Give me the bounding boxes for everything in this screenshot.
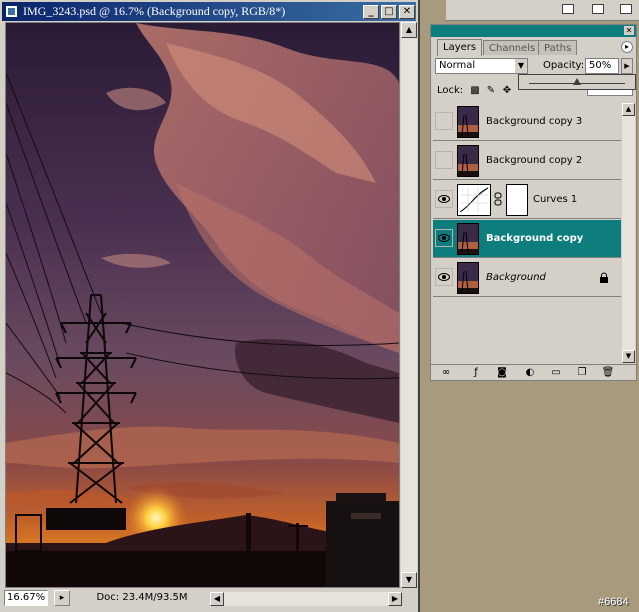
layer-style-icon[interactable]: ƒ [469,367,483,379]
layers-list: Background copy 3 Background copy 2 Curv… [433,103,621,363]
canvas-horizontal-scrollbar[interactable]: ◀ ▶ [210,592,402,606]
layer-thumbnail [457,262,479,294]
layer-thumbnail [457,106,479,138]
layers-palette-footer: ∞ ƒ ◙ ◐ ▭ ❐ 🗑 [431,364,636,381]
scroll-up-arrow-icon[interactable]: ▲ [622,103,635,116]
tool-presets-icon[interactable] [620,4,632,14]
layer-row-curves-1[interactable]: Curves 1 [433,181,621,219]
eye-icon[interactable] [435,229,453,247]
layer-row-background-copy[interactable]: Background copy [433,220,621,258]
chain-link-icon[interactable] [494,192,502,206]
canvas-vertical-scrollbar[interactable]: ▲ ▼ [401,22,417,588]
new-adjustment-layer-icon[interactable]: ◐ [523,367,537,379]
status-menu-arrow-icon[interactable]: ▸ [54,590,70,606]
layer-thumbnail [457,145,479,177]
curves-adjustment-icon [457,184,491,216]
layers-scrollbar[interactable]: ▲ ▼ [622,103,635,363]
lock-position-move-icon[interactable]: ✥ [501,85,513,97]
chevron-down-icon: ▼ [515,59,527,73]
scroll-down-arrow-icon[interactable]: ▼ [401,572,417,588]
trash-icon[interactable]: 🗑 [601,367,615,379]
opacity-slider-thumb[interactable] [573,78,581,86]
layer-row-background[interactable]: Background [433,259,621,297]
document-window: IMG_3243.psd @ 16.7% (Background copy, R… [0,0,420,612]
layer-row-background-copy-3[interactable]: Background copy 3 [433,103,621,141]
lock-transparency-icon[interactable]: ▩ [469,85,481,97]
opacity-label: Opacity: [543,60,585,71]
tab-layers[interactable]: Layers [437,39,483,56]
layer-name: Background [486,272,546,283]
photoshop-doc-icon [5,5,18,18]
scroll-right-arrow-icon[interactable]: ▶ [388,592,402,606]
close-button[interactable]: ✕ [399,5,415,19]
palette-close-icon[interactable]: ✕ [624,26,634,35]
opacity-field[interactable]: 50% [585,58,619,74]
opacity-slider-arrow-icon[interactable]: ▶ [621,58,633,74]
new-group-folder-icon[interactable]: ▭ [549,367,563,379]
sunset-photo [6,23,399,587]
minimize-button[interactable]: _ [363,5,379,19]
lock-icon [599,272,609,284]
tab-paths[interactable]: Paths [538,40,578,55]
visibility-toggle-empty[interactable] [435,151,453,169]
lock-image-brush-icon[interactable]: ✎ [485,85,497,97]
scroll-down-arrow-icon[interactable]: ▼ [622,350,635,363]
new-layer-icon[interactable]: ❐ [575,367,589,379]
layer-name: Background copy 3 [486,116,583,127]
zoom-level-field[interactable]: 16.67% [4,590,48,606]
layer-mask-thumbnail [506,184,528,216]
palette-well-toolbar [446,0,639,21]
watermark-text: #6684 [598,596,629,608]
image-canvas[interactable] [5,22,400,588]
palette-menu-arrow-icon[interactable]: ▸ [621,41,633,53]
add-mask-icon[interactable]: ◙ [495,367,509,379]
file-browser-icon[interactable] [562,4,574,14]
eye-icon[interactable] [435,268,453,286]
layer-thumbnail [457,223,479,255]
visibility-toggle-empty[interactable] [435,112,453,130]
document-title: IMG_3243.psd @ 16.7% (Background copy, R… [23,4,286,18]
palette-tabs: Layers Channels Paths ▸ [431,38,636,56]
layer-name: Curves 1 [533,194,578,205]
brushes-icon[interactable] [592,4,604,14]
opacity-slider-popup[interactable] [518,74,636,90]
scroll-left-arrow-icon[interactable]: ◀ [210,592,224,606]
layer-name: Background copy 2 [486,155,583,166]
link-layers-icon[interactable]: ∞ [439,367,453,379]
document-status-bar: 16.67% ▸ Doc: 23.4M/93.5M ◀ ▶ [0,588,418,610]
eye-icon[interactable] [435,190,453,208]
document-size-info: Doc: 23.4M/93.5M [96,592,188,603]
maximize-button[interactable]: □ [381,5,397,19]
scroll-up-arrow-icon[interactable]: ▲ [401,22,417,38]
palette-titlebar[interactable]: ✕ [431,25,636,37]
layer-row-background-copy-2[interactable]: Background copy 2 [433,142,621,180]
tab-channels[interactable]: Channels [483,40,542,55]
blend-mode-value: Normal [439,60,476,71]
lock-label: Lock: [437,85,464,96]
document-titlebar[interactable]: IMG_3243.psd @ 16.7% (Background copy, R… [2,2,416,21]
layer-name: Background copy [486,233,584,244]
blend-mode-select[interactable]: Normal ▼ [435,58,528,74]
